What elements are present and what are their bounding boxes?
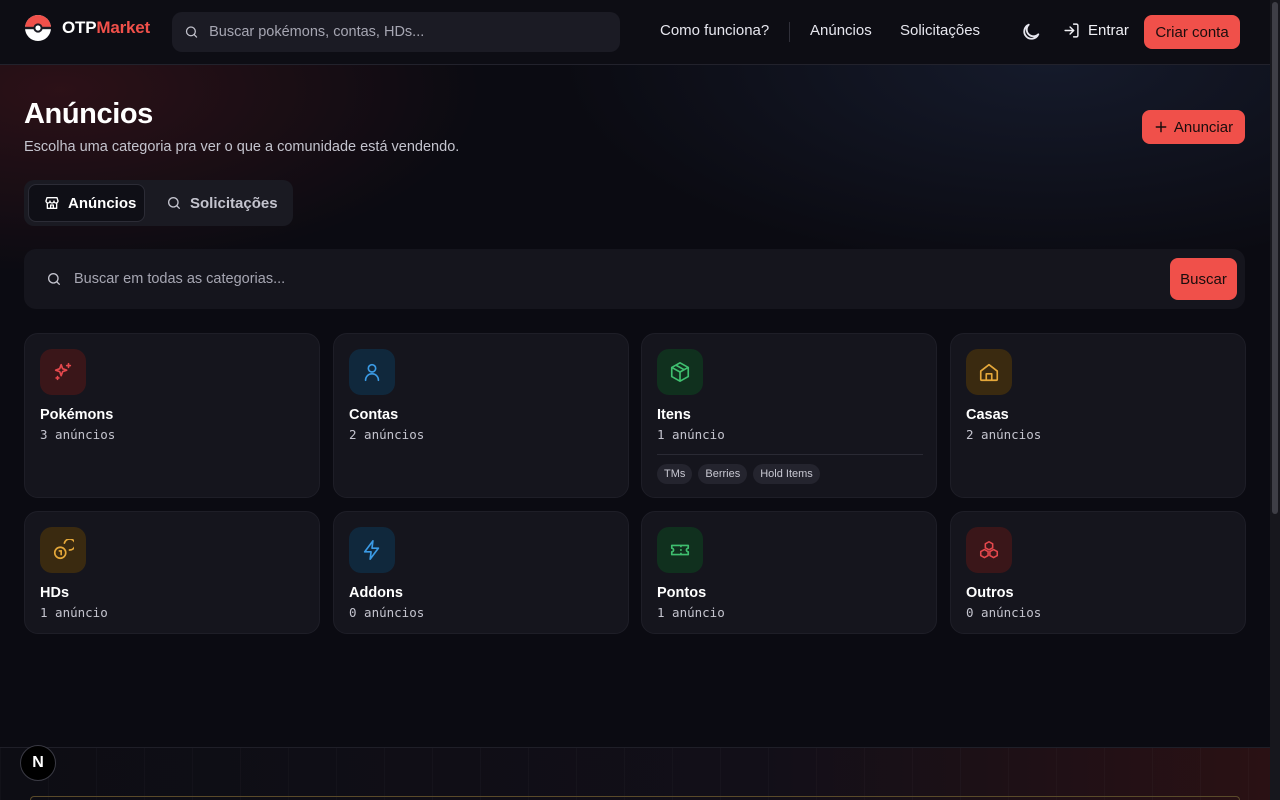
logo[interactable]: OTPMarket [24,14,150,42]
box-icon [670,362,690,382]
page-title: Anúncios [24,98,153,130]
signup-button[interactable]: Criar conta [1144,15,1240,49]
logo-otp: OTP [62,18,97,37]
card-icon-wrap [349,349,395,395]
card-title: Contas [349,407,399,423]
moon-icon[interactable] [1020,21,1042,43]
sparkles-icon [54,362,72,381]
top-navbar: OTPMarket Como funciona? Anúncios Solici… [0,0,1270,65]
card-title: Addons [349,585,403,601]
logo-text: OTPMarket [62,18,150,38]
nav-requests[interactable]: Solicitações [900,22,980,39]
ticket-icon [670,544,690,556]
category-card-addons[interactable]: Addons 0 anúncios [333,511,629,634]
category-card-pokemons[interactable]: Pokémons 3 anúncios [24,333,320,498]
card-icon-wrap [966,349,1012,395]
category-search-input[interactable] [74,271,1134,287]
chip-berries[interactable]: Berries [698,464,748,484]
chip-hold-items[interactable]: Hold Items [753,464,820,484]
global-search[interactable] [172,12,620,52]
card-count: 2 anúncios [349,427,425,442]
search-icon [168,197,180,209]
card-count: 0 anúncios [349,605,425,620]
scrollbar[interactable] [1270,0,1280,800]
card-icon-wrap [657,527,703,573]
subcategory-chips: TMs Berries Hold Items [657,464,820,484]
home-icon [979,363,999,382]
card-icon-wrap [657,349,703,395]
footer-panel-edge [30,796,1240,800]
nav-divider [789,22,790,42]
chip-tms[interactable]: TMs [657,464,693,484]
category-card-pontos[interactable]: Pontos 1 anúncio [641,511,937,634]
login-label: Entrar [1088,22,1129,39]
nav-how-it-works[interactable]: Como funciona? [660,22,769,39]
card-title: Pontos [657,585,707,601]
announce-button-label: Anunciar [1173,118,1234,136]
category-card-casas[interactable]: Casas 2 anúncios [950,333,1246,498]
tab-bar: Anúncios Solicitações [24,180,293,226]
scrollbar-thumb[interactable] [1272,2,1278,514]
search-icon [185,26,198,38]
category-search[interactable]: Buscar [24,249,1245,309]
logo-market: Market [96,18,150,37]
category-card-contas[interactable]: Contas 2 anúncios [333,333,629,498]
card-title: HDs [40,585,70,601]
zap-icon [363,540,380,560]
coins-icon [53,539,74,560]
card-icon-wrap [349,527,395,573]
card-count: 2 anúncios [966,427,1042,442]
category-card-outros[interactable]: Outros 0 anúncios [950,511,1246,634]
page-subtitle: Escolha uma categoria pra ver o que a co… [24,139,460,155]
dev-badge[interactable]: N [20,745,56,781]
store-icon [45,197,59,209]
card-title: Casas [966,407,1009,423]
user-icon [364,363,380,382]
global-search-input[interactable] [209,24,620,40]
card-count: 3 anúncios [40,427,116,442]
category-card-itens[interactable]: Itens 1 anúncio TMs Berries Hold Items [641,333,937,498]
plus-icon [1155,121,1167,133]
boxes-icon [979,540,999,559]
announce-button[interactable]: Anunciar [1142,110,1245,144]
card-divider [657,454,923,455]
tab-ads-label: Anúncios [68,194,137,212]
login-icon [1064,23,1079,38]
tab-requests[interactable]: Solicitações [162,184,287,222]
search-button[interactable]: Buscar [1170,258,1237,300]
pokeball-icon [25,15,51,41]
tab-requests-label: Solicitações [190,194,278,212]
card-title: Pokémons [40,407,114,423]
card-icon-wrap [40,527,86,573]
card-count: 1 anúncio [657,605,725,620]
tab-ads[interactable]: Anúncios [28,184,145,222]
category-card-hds[interactable]: HDs 1 anúncio [24,511,320,634]
card-count: 0 anúncios [966,605,1042,620]
card-icon-wrap [40,349,86,395]
card-count: 1 anúncio [40,605,108,620]
card-count: 1 anúncio [657,427,725,442]
card-title: Itens [657,407,691,423]
search-icon [48,273,60,285]
card-title: Outros [966,585,1014,601]
card-icon-wrap [966,527,1012,573]
login-link[interactable]: Entrar [1063,22,1129,39]
nav-ads[interactable]: Anúncios [810,22,872,39]
footer-strip [0,747,1270,800]
